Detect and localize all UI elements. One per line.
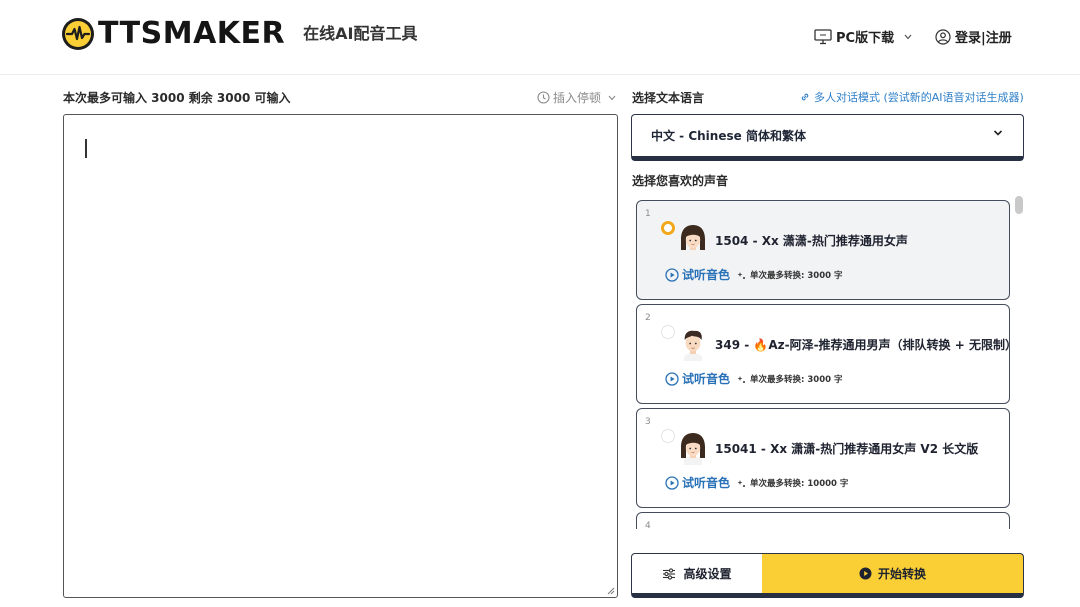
language-select[interactable]: 中文 - Chinese 简体和繁体: [631, 114, 1024, 161]
text-caret: [85, 139, 87, 158]
voice-card[interactable]: 1 1504 - Xx 潇潇-热门推荐通用女声 试听音色 单次最多转换: 300…: [636, 200, 1010, 300]
login-register-link[interactable]: 登录|注册: [935, 27, 1012, 46]
female-avatar-icon: [681, 225, 705, 257]
sparkle-icon: [737, 479, 745, 487]
play-circle-icon: [665, 371, 679, 386]
advanced-settings-label: 高级设置: [683, 567, 732, 581]
logo-subtitle: 在线AI配音工具: [303, 24, 418, 43]
preview-voice-button[interactable]: 试听音色: [665, 266, 730, 283]
voice-list: 1 1504 - Xx 潇潇-热门推荐通用女声 试听音色 单次最多转换: 300…: [632, 195, 1027, 529]
site-header: TTSMAKER 在线AI配音工具 PC版下载 登录|注册: [0, 0, 1080, 75]
voice-list-scrollbar[interactable]: [1014, 196, 1024, 529]
voice-radio[interactable]: [661, 429, 675, 443]
voice-radio[interactable]: [661, 221, 675, 235]
conversion-limit: 单次最多转换: 3000 字: [737, 269, 842, 281]
login-register-label: 登录|注册: [955, 31, 1012, 46]
female-avatar-icon: [681, 433, 705, 465]
scrollbar-thumb[interactable]: [1015, 196, 1023, 214]
text-input-area[interactable]: [63, 114, 618, 598]
start-convert-label: 开始转换: [877, 567, 926, 581]
preview-voice-label: 试听音色: [682, 372, 731, 386]
conversion-limit: 单次最多转换: 3000 字: [737, 373, 842, 385]
conversion-limit-text: 单次最多转换: 10000 字: [750, 479, 849, 489]
start-convert-button[interactable]: 开始转换: [762, 553, 1024, 598]
play-circle-icon: [665, 475, 679, 490]
voice-name: 349 - 🔥Az-阿泽-推荐通用男声（排队转换 + 无限制）: [715, 338, 1017, 352]
logo-wordmark: TTSMAKER: [98, 16, 286, 51]
voice-label: 选择您喜欢的声音: [632, 174, 729, 188]
chevron-down-icon: [904, 34, 912, 39]
voice-card[interactable]: 4: [636, 512, 1010, 529]
voice-index: 4: [645, 521, 651, 529]
chevron-down-icon: [608, 95, 616, 100]
char-limit-text: 本次最多可输入 3000 剩余 3000 可输入: [63, 91, 291, 105]
conversion-limit-text: 单次最多转换: 3000 字: [750, 375, 843, 385]
sparkle-icon: [737, 271, 745, 279]
voice-name: 1504 - Xx 潇潇-热门推荐通用女声: [715, 234, 908, 248]
voice-name: 15041 - Xx 潇潇-热门推荐通用女声 V2 长文版: [715, 442, 979, 456]
voice-radio[interactable]: [661, 325, 675, 339]
voice-index: 3: [645, 417, 651, 427]
voice-index: 2: [645, 313, 651, 323]
link-icon: [801, 93, 809, 101]
logo-waveform-icon: [62, 18, 94, 50]
advanced-settings-button[interactable]: 高级设置: [631, 553, 763, 598]
multi-dialog-label: 多人对话模式 (尝试新的AI语音对话生成器): [814, 91, 1024, 104]
preview-voice-button[interactable]: 试听音色: [665, 370, 730, 387]
logo[interactable]: TTSMAKER 在线AI配音工具: [62, 17, 417, 51]
voice-card[interactable]: 2 349 - 🔥Az-阿泽-推荐通用男声（排队转换 + 无限制） 试听音色 单: [636, 304, 1017, 404]
clock-icon: [537, 91, 550, 104]
male-avatar-icon: [684, 330, 702, 361]
preview-voice-button[interactable]: 试听音色: [665, 474, 730, 491]
voice-index: 1: [645, 209, 651, 219]
insert-pause-button[interactable]: 插入停顿: [537, 89, 619, 106]
language-selected-value: 中文 - Chinese 简体和繁体: [651, 129, 806, 143]
pc-download-menu[interactable]: PC版下载: [814, 27, 916, 46]
multi-dialog-link[interactable]: 多人对话模式 (尝试新的AI语音对话生成器): [800, 89, 1024, 105]
play-circle-icon: [859, 567, 872, 580]
chevron-down-icon: [993, 130, 1003, 136]
conversion-limit: 单次最多转换: 10000 字: [737, 477, 848, 489]
language-label: 选择文本语言: [632, 91, 705, 105]
preview-voice-label: 试听音色: [682, 476, 731, 490]
sliders-icon: [663, 567, 676, 580]
conversion-limit-text: 单次最多转换: 3000 字: [750, 271, 843, 281]
user-circle-icon: [935, 28, 951, 45]
play-circle-icon: [665, 267, 679, 282]
desktop-icon: [814, 28, 832, 44]
resize-handle-icon[interactable]: [606, 586, 615, 595]
pc-download-label: PC版下载: [836, 31, 895, 46]
voice-card[interactable]: 3 15041 - Xx 潇潇-热门推荐通用女声 V2 长文版 试听音色 单次最…: [636, 408, 1010, 508]
insert-pause-label: 插入停顿: [553, 91, 602, 105]
preview-voice-label: 试听音色: [682, 268, 731, 282]
sparkle-icon: [737, 375, 745, 383]
